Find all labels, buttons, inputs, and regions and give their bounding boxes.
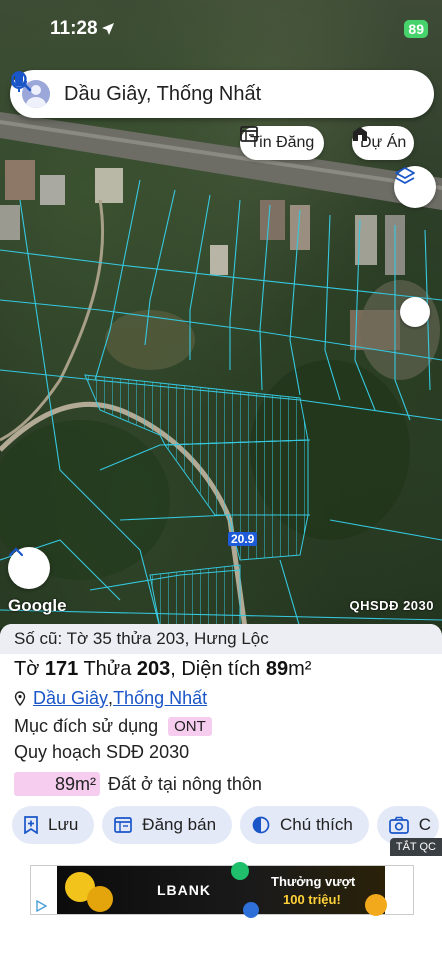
legend-button-label: Chú thích (280, 815, 353, 834)
parcel-title: Tờ 171 Thửa 203, Diện tích 89m² (14, 658, 311, 681)
area-value: 89 (265, 658, 289, 680)
post-button-label: Đăng bán (142, 815, 217, 834)
expand-up-button[interactable] (8, 547, 50, 589)
building-icon (353, 127, 367, 141)
google-watermark: Google (8, 596, 67, 615)
land-purpose: Mục đích sử dụng ONT (14, 716, 212, 737)
sheet-number: 171 (44, 658, 79, 680)
voice-button[interactable] (11, 71, 426, 112)
gift-image (87, 886, 113, 912)
province-link[interactable]: Thống Nhất (113, 688, 207, 709)
parcel-location: Dầu Giây, Thống Nhất (14, 688, 207, 709)
action-bar: Lưu Đăng bán Chú thích C (12, 806, 440, 844)
contrast-icon (252, 816, 270, 834)
coin-image (365, 894, 387, 916)
purpose-code-badge: ONT (168, 717, 212, 736)
layers-button[interactable] (394, 166, 436, 208)
parcel-info-sheet: Số cũ: Tờ 35 thửa 203, Hưng Lộc Tờ 171 T… (0, 624, 442, 960)
ad-banner[interactable]: LBANK Thưởng vượt 100 triệu! (30, 862, 414, 918)
projects-chip[interactable]: Dự Án (352, 126, 415, 160)
plot-prefix: Thửa (78, 658, 137, 680)
search-query[interactable]: Dầu Giây, Thống Nhất (64, 83, 354, 106)
layers-icon (395, 167, 415, 184)
close-ad-button[interactable]: TẮT QC (389, 838, 442, 856)
battery-indicator: 89 (404, 20, 428, 38)
ad-headline: Thưởng vượt (271, 874, 356, 889)
planning-label: QHSDĐ 2030 (349, 598, 434, 613)
ad-subline: 100 triệu! (283, 892, 341, 907)
capture-button-label: C (418, 815, 432, 834)
coin-image (231, 862, 249, 880)
plan-area-desc: Đất ở tại nông thôn (108, 773, 262, 794)
search-button[interactable] (11, 71, 390, 112)
legend-button[interactable]: Chú thích (240, 806, 369, 844)
parcel-area-label[interactable]: 20.9 (228, 532, 258, 546)
plan-area-value: 89m² (14, 772, 100, 796)
district-link[interactable]: Dầu Giây (33, 688, 108, 709)
listings-chip-label: Tin Đăng (250, 134, 315, 151)
post-for-sale-button[interactable]: Đăng bán (102, 806, 233, 844)
pin-icon (14, 690, 26, 706)
listing-icon (114, 817, 133, 833)
status-time: 11:28 (50, 18, 98, 39)
map-drag-handle[interactable] (400, 297, 430, 327)
area-unit: m² (288, 658, 312, 680)
status-bar: 11:28 89 (0, 0, 442, 56)
area-prefix: , Diện tích (170, 658, 266, 680)
old-parcel-info: Số cũ: Tờ 35 thửa 203, Hưng Lộc (0, 624, 442, 654)
chevron-up-icon (8, 547, 24, 557)
plan-area-row: 89m² Đất ở tại nông thôn (14, 772, 262, 796)
plot-number: 203 (136, 658, 171, 680)
ad-creative[interactable]: LBANK Thưởng vượt 100 triệu! (57, 862, 387, 918)
plan-heading: Quy hoạch SDĐ 2030 (14, 742, 190, 762)
search-bar[interactable]: Dầu Giây, Thống Nhất (10, 70, 434, 118)
coin-image (243, 902, 259, 918)
microphone-icon (11, 71, 27, 92)
ad-brand: LBANK (157, 882, 211, 898)
save-button-label: Lưu (48, 815, 79, 834)
purpose-label: Mục đích sử dụng (14, 716, 159, 736)
sheet-prefix: Tờ (14, 658, 45, 680)
satellite-map[interactable]: 11:28 89 Dầu Giây, Thống Nhất Tin Đăng D… (0, 0, 442, 628)
camera-add-icon (388, 816, 409, 834)
location-arrow-icon (102, 23, 114, 35)
listing-icon (240, 126, 258, 142)
listings-chip[interactable]: Tin Đăng (240, 126, 325, 160)
bookmark-add-icon (24, 816, 38, 834)
adchoices-icon[interactable] (35, 900, 47, 912)
save-button[interactable]: Lưu (12, 806, 95, 844)
